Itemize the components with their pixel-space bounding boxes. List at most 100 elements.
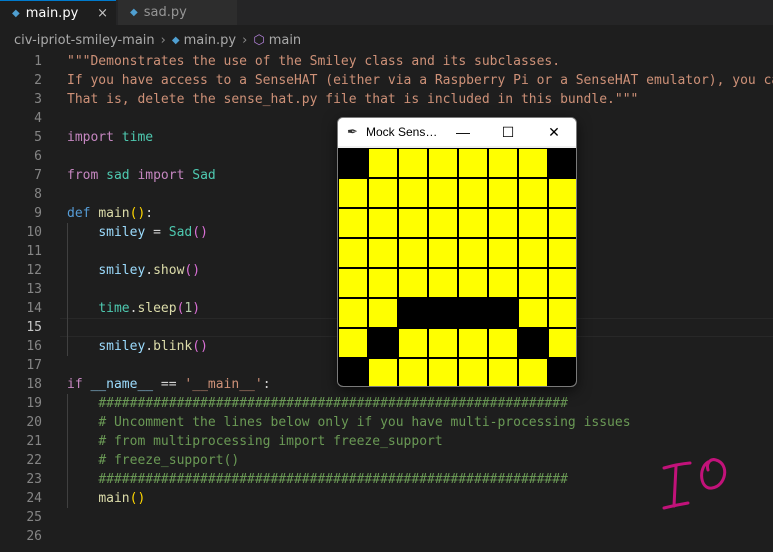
- line-number: 16: [26, 339, 42, 354]
- led-pixel: [548, 328, 576, 358]
- code-text: # Uncomment the lines below only if you …: [67, 413, 631, 432]
- window-titlebar[interactable]: ✒ Mock Sens… — ☐ ✕: [338, 118, 576, 146]
- line-number: 8: [34, 187, 42, 202]
- line-number: 13: [26, 282, 42, 297]
- minimize-button[interactable]: —: [451, 121, 475, 143]
- led-pixel: [338, 238, 368, 268]
- led-pixel: [518, 208, 548, 238]
- code-token: # from multiprocessing import freeze_sup…: [98, 434, 443, 449]
- line-number: 6: [34, 149, 42, 164]
- breadcrumb-symbol[interactable]: main: [269, 33, 301, 48]
- code-token: :: [145, 206, 154, 221]
- led-pixel: [488, 238, 518, 268]
- led-pixel: [458, 298, 488, 328]
- led-pixel: [548, 238, 576, 268]
- code-token: That is, delete the sense_hat.py file th…: [67, 92, 639, 107]
- code-line[interactable]: 24 main(): [0, 489, 773, 508]
- tab-bar: ◆ main.py × ◆ sad.py: [0, 0, 773, 25]
- line-number: 17: [26, 358, 42, 373]
- code-token: (): [184, 263, 201, 278]
- breadcrumb-folder[interactable]: civ-ipriot-smiley-main: [14, 33, 155, 48]
- line-number: 14: [26, 301, 42, 316]
- led-pixel: [398, 268, 428, 298]
- code-line[interactable]: 23 #####################################…: [0, 470, 773, 489]
- python-file-icon: ◆: [130, 7, 138, 18]
- code-token: (): [192, 339, 208, 354]
- line-number: 5: [34, 130, 42, 145]
- code-token: # Uncomment the lines below only if you …: [98, 415, 631, 430]
- line-number: 26: [26, 529, 42, 544]
- code-token: smiley: [98, 263, 146, 278]
- code-text: smiley.blink(): [67, 337, 208, 356]
- led-pixel: [458, 178, 488, 208]
- code-text: ########################################…: [67, 394, 568, 413]
- led-matrix: [338, 148, 576, 386]
- code-text: """Demonstrates the use of the Smiley cl…: [67, 52, 560, 71]
- code-text: ########################################…: [67, 470, 568, 489]
- maximize-button[interactable]: ☐: [496, 121, 520, 143]
- code-token: (): [129, 206, 146, 221]
- close-button[interactable]: ✕: [542, 121, 566, 143]
- led-pixel: [338, 208, 368, 238]
- led-pixel: [398, 178, 428, 208]
- tab-sad-py[interactable]: ◆ sad.py: [118, 0, 238, 25]
- code-text: def main():: [67, 204, 153, 223]
- led-pixel: [518, 148, 548, 178]
- led-pixel: [398, 238, 428, 268]
- code-line[interactable]: 21 # from multiprocessing import freeze_…: [0, 432, 773, 451]
- line-number: 1: [34, 54, 42, 69]
- close-icon[interactable]: ×: [97, 6, 108, 21]
- line-number: 20: [26, 415, 42, 430]
- led-pixel: [338, 148, 368, 178]
- code-token: # freeze_support(): [98, 453, 240, 468]
- led-pixel: [458, 328, 488, 358]
- code-token: __name__: [90, 377, 154, 392]
- line-number: 12: [26, 263, 42, 278]
- led-pixel: [548, 148, 576, 178]
- code-line[interactable]: 25: [0, 508, 773, 527]
- code-token: ########################################…: [98, 396, 568, 411]
- code-token: sleep: [137, 301, 177, 316]
- led-pixel: [428, 358, 458, 386]
- code-token: if: [67, 377, 83, 392]
- line-number: 18: [26, 377, 42, 392]
- breadcrumb: civ-ipriot-smiley-main › ◆ main.py › ⬡ m…: [0, 30, 301, 50]
- code-text: from sad import Sad: [67, 166, 216, 185]
- breadcrumb-file[interactable]: main.py: [184, 33, 237, 48]
- code-text: import time: [67, 128, 153, 147]
- led-pixel: [398, 328, 428, 358]
- led-pixel: [428, 178, 458, 208]
- line-number: 2: [34, 73, 42, 88]
- code-line[interactable]: 1 """Demonstrates the use of the Smiley c…: [0, 52, 773, 71]
- code-token: blink: [153, 339, 193, 354]
- tab-main-py[interactable]: ◆ main.py ×: [0, 0, 116, 25]
- led-pixel: [398, 208, 428, 238]
- led-pixel: [368, 178, 398, 208]
- code-line[interactable]: 22 # freeze_support(): [0, 451, 773, 470]
- code-token: """Demonstrates the use of the Smiley cl…: [67, 54, 561, 69]
- code-token: .: [145, 263, 154, 278]
- led-pixel: [518, 238, 548, 268]
- line-number: 22: [26, 453, 42, 468]
- code-line[interactable]: 26: [0, 527, 773, 546]
- led-pixel: [338, 178, 368, 208]
- line-number: 4: [34, 111, 42, 126]
- mock-sensehat-window[interactable]: ✒ Mock Sens… — ☐ ✕: [337, 117, 577, 387]
- led-pixel: [368, 298, 398, 328]
- code-text: If you have access to a SenseHAT (either…: [67, 71, 773, 90]
- code-line[interactable]: 3 That is, delete the sense_hat.py file t…: [0, 90, 773, 109]
- code-token: ): [192, 301, 201, 316]
- line-number: 3: [34, 92, 42, 107]
- line-number: 7: [34, 168, 42, 183]
- code-token: '__main__': [184, 377, 263, 392]
- code-line[interactable]: 2 If you have access to a SenseHAT (eithe…: [0, 71, 773, 90]
- code-token: Sad: [192, 168, 216, 183]
- code-line[interactable]: 20 # Uncomment the lines below only if y…: [0, 413, 773, 432]
- led-pixel: [338, 268, 368, 298]
- code-line[interactable]: 19 #####################################…: [0, 394, 773, 413]
